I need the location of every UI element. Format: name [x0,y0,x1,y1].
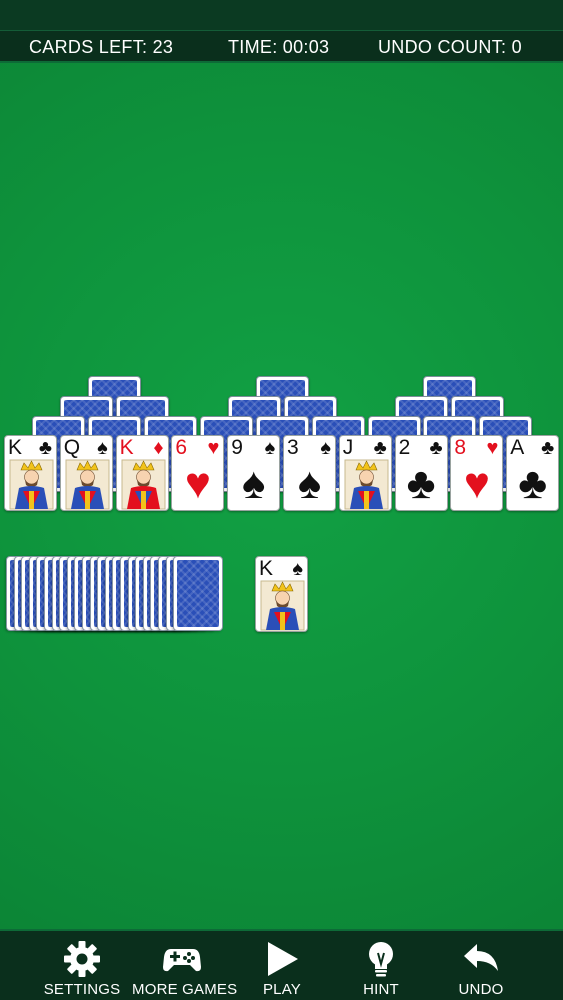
bottom-toolbar: SETTINGS MORE GAMES PLAY HINT UNDO [0,929,563,1000]
card-suit: ♣ [373,437,387,459]
top-system-strip [0,0,563,30]
card-center-suit: ♥ [463,459,490,508]
card-rank: K [8,436,22,459]
face-card-portrait-icon [121,459,166,510]
hint-label: HINT [363,981,399,998]
face-card-portrait-icon [9,459,54,510]
play-button[interactable]: PLAY [232,931,332,1000]
card-rank: J [342,436,353,459]
tableau-card[interactable]: Q ♠ [59,435,113,511]
tableau-card[interactable]: 8 ♥ ♥ [450,435,504,511]
card-center-suit: ♠ [242,459,266,508]
card-rank: 8 [454,436,466,459]
lightbulb-icon [369,942,393,977]
card-center-suit: ♣ [518,459,548,508]
card-center-suit: ♠ [297,459,322,508]
card-suit: ♠ [320,437,331,459]
undo-label: UNDO [458,981,504,998]
face-card-portrait-icon [65,459,110,510]
undo-counter: UNDO COUNT: 0 [378,37,522,57]
tableau-card[interactable]: 9 ♠ ♠ [227,435,281,511]
card-suit: ♣ [541,437,555,459]
tableau-card[interactable]: 6 ♥ ♥ [171,435,225,511]
card-rank: K [119,436,134,459]
more-games-button[interactable]: MORE GAMES [132,931,238,1000]
tableau-card[interactable]: A ♣ ♣ [506,435,560,511]
card-rank: A [510,436,524,459]
card-suit: ♦ [153,437,164,459]
tableau-card[interactable]: K ♦ [115,435,169,511]
stock-card[interactable] [173,556,224,631]
timer: TIME: 00:03 [228,37,330,57]
hint-button[interactable]: HINT [331,931,431,1000]
tableau-card[interactable]: J ♣ [338,435,392,511]
card-center-suit: ♣ [406,459,436,508]
more-games-label: MORE GAMES [132,981,238,998]
card-suit: ♠ [292,558,303,580]
status-bar: CARDS LEFT: 23 TIME: 00:03 UNDO COUNT: 0 [0,30,563,63]
card-rank: 9 [231,436,243,459]
card-suit: ♣ [38,437,52,459]
card-rank: 2 [398,436,411,459]
card-suit: ♥ [207,437,220,459]
undo-arrow-icon [464,944,498,971]
card-rank: 6 [175,436,187,459]
play-label: PLAY [262,981,302,998]
undo-button[interactable]: UNDO [431,931,531,1000]
tableau-card[interactable]: 2 ♣ ♣ [394,435,448,511]
tableau-card[interactable]: K ♣ [4,435,57,511]
face-card-portrait-icon [344,459,389,510]
card-suit: ♥ [486,437,499,459]
card-rank: 3 [287,436,299,459]
settings-label: SETTINGS [43,981,121,998]
card-suit: ♣ [429,437,443,459]
card-rank: Q [63,436,80,459]
waste-pile-card[interactable]: K ♠ [255,556,308,632]
play-icon [268,942,298,976]
card-rank: K [259,557,273,580]
settings-button[interactable]: SETTINGS [32,931,132,1000]
card-suit: ♠ [264,437,276,459]
tableau-card[interactable]: 3 ♠ ♠ [283,435,336,511]
cards-left-counter: CARDS LEFT: 23 [29,37,174,57]
gamepad-icon [163,949,201,972]
king-portrait-icon [260,580,305,631]
gear-icon [64,941,100,977]
card-suit: ♠ [97,437,108,459]
card-center-suit: ♥ [184,459,211,508]
